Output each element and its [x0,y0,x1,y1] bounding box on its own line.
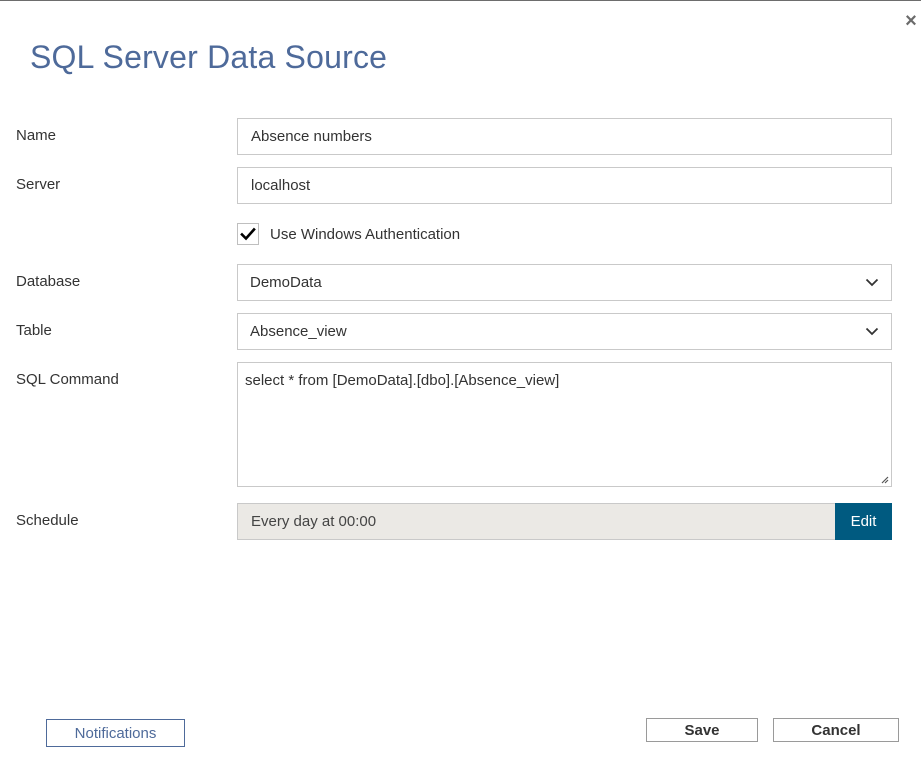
dialog-title: SQL Server Data Source [30,39,388,75]
windows-auth-row: Use Windows Authentication [237,222,460,246]
sql-command-textarea[interactable]: select * from [DemoData].[dbo].[Absence_… [237,362,892,487]
server-input[interactable] [237,167,892,204]
schedule-label: Schedule [16,512,79,529]
checkmark-icon [240,227,256,241]
sql-command-label: SQL Command [16,371,119,388]
table-select[interactable]: Absence_view [237,313,892,350]
chevron-down-icon [865,278,879,288]
database-label: Database [16,273,81,290]
sql-command-text: select * from [DemoData].[dbo].[Absence_… [245,372,560,389]
table-selected-value: Absence_view [250,323,347,340]
close-icon[interactable]: × [903,11,919,31]
schedule-value: Every day at 00:00 [237,503,836,540]
windows-auth-label: Use Windows Authentication [270,225,461,243]
save-button[interactable]: Save [646,718,758,742]
database-select[interactable]: DemoData [237,264,892,301]
name-label: Name [16,127,57,144]
database-selected-value: DemoData [250,274,322,291]
resize-grip-icon[interactable] [879,474,889,484]
cancel-button[interactable]: Cancel [773,718,899,742]
edit-schedule-button[interactable]: Edit [835,503,892,540]
name-input[interactable] [237,118,892,155]
table-label: Table [16,322,52,339]
notifications-button[interactable]: Notifications [46,719,185,747]
chevron-down-icon [865,327,879,337]
windows-auth-checkbox[interactable] [237,223,259,245]
sql-server-data-source-dialog: × SQL Server Data Source Name Server Use… [0,0,921,775]
server-label: Server [16,176,61,193]
